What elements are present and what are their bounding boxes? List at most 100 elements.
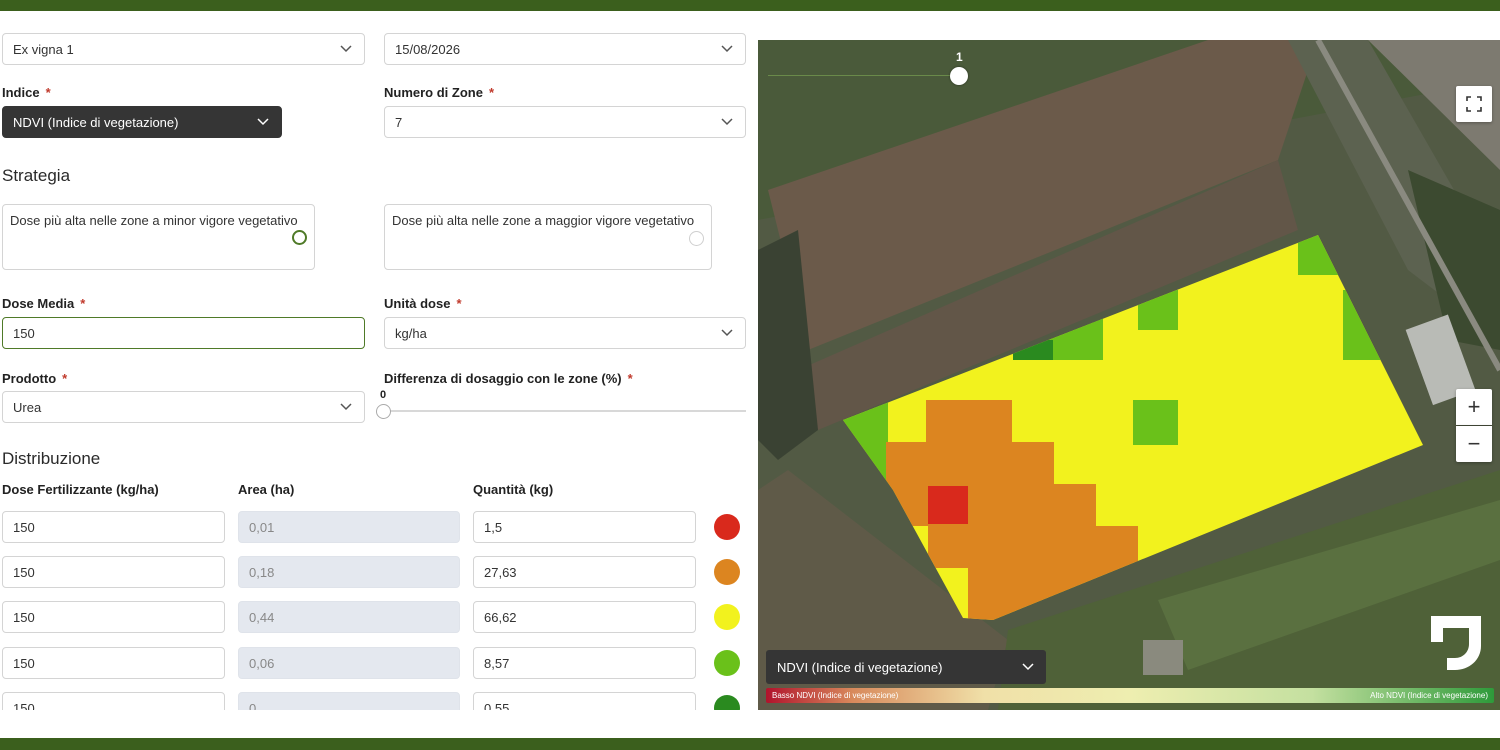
chevron-down-icon [328,34,364,64]
map-layer-select[interactable]: NDVI (Indice di vegetazione) [766,650,1046,684]
field-select-value: Ex vigna 1 [13,41,74,57]
zoom-out-button[interactable]: − [1456,426,1492,462]
map-layer-value: NDVI (Indice di vegetazione) [777,659,943,675]
quantita-value: 66,62 [484,609,517,625]
prodotto-select[interactable]: Urea [2,391,365,423]
indice-label-text: Indice [2,85,40,100]
differenza-label-text: Differenza di dosaggio con le zone (%) [384,371,622,386]
required-mark: * [627,371,633,386]
zone-color-swatch [714,514,740,540]
brand-logo-icon [1431,616,1481,670]
quantita-input[interactable]: 27,63 [473,556,696,588]
indice-select[interactable]: NDVI (Indice di vegetazione) [2,106,282,138]
radio-selected-icon[interactable] [292,230,307,245]
numero-zone-value: 7 [395,114,403,130]
column-header-dose: Dose Fertilizzante (kg/ha) [2,482,159,497]
chevron-down-icon [709,107,745,137]
map-slider-track[interactable] [768,75,953,76]
dose-media-value: 150 [13,325,35,341]
legend-high-label: Alto NDVI (Indice di vegetazione) [1370,691,1488,700]
area-value: 0,44 [249,609,275,625]
quantita-input[interactable]: 8,57 [473,647,696,679]
indice-label: Indice * [2,85,51,100]
dose-media-input[interactable]: 150 [2,317,365,349]
area-value: 0,01 [249,519,275,535]
fullscreen-icon [1466,96,1482,112]
map-view[interactable]: 1 + − NDVI (Indice di vegetazione) Basso… [758,40,1500,710]
zone-color-swatch [714,650,740,676]
area-field: 0 [238,692,460,710]
ndvi-legend: Basso NDVI (Indice di vegetazione) Alto … [766,688,1494,703]
strategia-title: Strategia [2,166,71,185]
quantita-value: 0,55 [484,701,510,710]
strategy-option-low-vigor[interactable]: Dose più alta nelle zone a minor vigore … [2,204,315,270]
strategy-option-text: Dose più alta nelle zone a minor vigore … [10,213,298,228]
strategy-option-text: Dose più alta nelle zone a maggior vigor… [392,213,695,228]
legend-low-label: Basso NDVI (Indice di vegetazione) [772,691,899,700]
dose-input-value: 150 [13,609,35,625]
date-select-value: 15/08/2026 [395,41,461,57]
prodotto-value: Urea [13,399,42,415]
chevron-down-icon [1010,650,1046,684]
quantita-input[interactable]: 66,62 [473,601,696,633]
map-slider-value: 1 [956,50,963,64]
dose-input-value: 150 [13,564,35,580]
numero-zone-label: Numero di Zone * [384,85,494,100]
dose-media-label: Dose Media * [2,296,85,311]
required-mark: * [62,371,68,386]
differenza-slider-track[interactable] [384,410,746,412]
minus-icon: − [1467,431,1481,456]
quantita-value: 27,63 [484,564,517,580]
zone-color-swatch [714,559,740,585]
dose-input-value: 150 [13,655,35,671]
radio-unselected-icon[interactable] [689,231,704,246]
map-slider-handle[interactable] [950,67,968,85]
dose-input[interactable]: 150 [2,692,225,710]
zoom-in-button[interactable]: + [1456,389,1492,425]
area-field: 0,44 [238,601,460,633]
quantita-value: 1,5 [484,519,503,535]
prodotto-label: Prodotto * [2,371,67,386]
required-mark: * [80,296,86,311]
quantita-input[interactable]: 0,55 [473,692,696,710]
area-field: 0,18 [238,556,460,588]
area-field: 0,06 [238,647,460,679]
zone-color-swatch [714,695,740,710]
differenza-label: Differenza di dosaggio con le zone (%) * [384,371,633,386]
strategy-option-high-vigor[interactable]: Dose più alta nelle zone a maggior vigor… [384,204,712,270]
dose-input-value: 150 [13,701,35,710]
dose-media-label-text: Dose Media [2,296,75,311]
satellite-imagery [758,40,1500,710]
dose-input[interactable]: 150 [2,556,225,588]
differenza-slider-handle[interactable] [376,404,391,419]
chevron-down-icon [709,34,745,64]
area-value: 0,18 [249,564,275,580]
date-select[interactable]: 15/08/2026 [384,33,746,65]
unita-dose-value: kg/ha [395,325,427,341]
area-value: 0 [249,701,257,710]
prescription-form: Ex vigna 1 15/08/2026 Indice * NDVI (Indi… [0,11,758,710]
area-value: 0,06 [249,655,275,671]
required-mark: * [45,85,51,100]
area-field: 0,01 [238,511,460,543]
column-header-area: Area (ha) [238,482,295,497]
dose-input[interactable]: 150 [2,647,225,679]
indice-select-value: NDVI (Indice di vegetazione) [13,114,179,130]
column-header-quantita: Quantità (kg) [473,482,554,497]
prodotto-label-text: Prodotto [2,371,57,386]
dose-input[interactable]: 150 [2,601,225,633]
numero-zone-select[interactable]: 7 [384,106,746,138]
top-frame-bar [0,0,1500,11]
dose-input-value: 150 [13,519,35,535]
fullscreen-button[interactable] [1456,86,1492,122]
plus-icon: + [1467,394,1481,419]
bottom-frame-bar [0,738,1500,750]
unita-dose-label-text: Unità dose [384,296,451,311]
unita-dose-select[interactable]: kg/ha [384,317,746,349]
quantita-input[interactable]: 1,5 [473,511,696,543]
distribuzione-title: Distribuzione [2,449,101,468]
field-select[interactable]: Ex vigna 1 [2,33,365,65]
required-mark: * [488,85,495,100]
dose-input[interactable]: 150 [2,511,225,543]
zone-color-swatch [714,604,740,630]
